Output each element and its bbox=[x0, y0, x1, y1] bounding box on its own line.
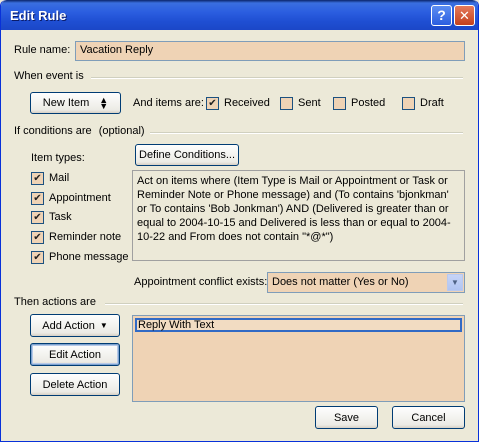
when-event-heading: When event is bbox=[14, 70, 84, 82]
cancel-button[interactable]: Cancel bbox=[392, 406, 465, 429]
delete-action-button[interactable]: Delete Action bbox=[30, 373, 120, 396]
appointment-conflict-select[interactable]: Does not matter (Yes or No) ▼ bbox=[267, 272, 465, 293]
add-action-button[interactable]: Add Action ▼ bbox=[30, 314, 120, 337]
appointment-type-checkbox[interactable] bbox=[31, 192, 44, 205]
rule-name-label: Rule name: bbox=[14, 44, 71, 56]
when-event-divider bbox=[91, 77, 463, 79]
help-button[interactable]: ? bbox=[431, 5, 452, 26]
mail-type-checkbox[interactable] bbox=[31, 172, 44, 185]
sent-checkbox[interactable] bbox=[280, 97, 293, 110]
actions-heading: Then actions are bbox=[14, 296, 96, 308]
conditions-heading-text: If conditions are bbox=[14, 125, 92, 137]
posted-checkbox[interactable] bbox=[333, 97, 346, 110]
reminder-note-type-checkbox[interactable] bbox=[31, 231, 44, 244]
action-item-reply-with-text[interactable]: Reply With Text bbox=[135, 318, 462, 332]
appointment-type-label: Appointment bbox=[49, 192, 111, 204]
task-type-checkbox[interactable] bbox=[31, 211, 44, 224]
item-types-label: Item types: bbox=[31, 152, 85, 164]
add-action-label: Add Action bbox=[42, 319, 95, 332]
reminder-note-type-label: Reminder note bbox=[49, 231, 122, 243]
dropdown-arrow-icon[interactable]: ▼ bbox=[447, 274, 463, 291]
rule-name-input[interactable]: Vacation Reply bbox=[75, 41, 465, 61]
event-type-spinner[interactable]: New Item ▲ ▼ bbox=[30, 92, 121, 114]
draft-checkbox[interactable] bbox=[402, 97, 415, 110]
phone-message-type-checkbox[interactable] bbox=[31, 251, 44, 264]
close-button[interactable]: ✕ bbox=[454, 5, 475, 26]
items-are-label: And items are: bbox=[133, 97, 204, 109]
conditions-optional-text: (optional) bbox=[98, 125, 145, 137]
conditions-heading: If conditions are (optional) bbox=[14, 125, 145, 137]
conditions-divider bbox=[150, 132, 463, 134]
title-bar[interactable]: Edit Rule ? ✕ bbox=[1, 0, 478, 30]
event-type-value: New Item bbox=[42, 97, 90, 109]
conditions-description: Act on items where (Item Type is Mail or… bbox=[132, 170, 465, 261]
received-checkbox[interactable] bbox=[206, 97, 219, 110]
sent-label: Sent bbox=[298, 97, 321, 109]
draft-label: Draft bbox=[420, 97, 444, 109]
dropdown-arrow-icon: ▼ bbox=[99, 321, 108, 330]
phone-message-type-label: Phone message bbox=[49, 251, 129, 263]
edit-action-button[interactable]: Edit Action bbox=[30, 343, 120, 366]
edit-rule-dialog: Edit Rule ? ✕ Rule name: Vacation Reply … bbox=[0, 0, 479, 442]
actions-list[interactable]: Reply With Text bbox=[132, 315, 465, 402]
actions-divider bbox=[105, 303, 463, 305]
posted-label: Posted bbox=[351, 97, 386, 109]
window-title: Edit Rule bbox=[10, 8, 67, 23]
save-button[interactable]: Save bbox=[315, 406, 378, 429]
task-type-label: Task bbox=[49, 211, 72, 223]
appointment-conflict-label: Appointment conflict exists: bbox=[134, 276, 268, 288]
mail-type-label: Mail bbox=[49, 172, 70, 184]
appointment-conflict-value: Does not matter (Yes or No) bbox=[272, 276, 409, 288]
spinner-arrows-icon: ▲ ▼ bbox=[99, 95, 109, 111]
received-label: Received bbox=[224, 97, 270, 109]
define-conditions-button[interactable]: Define Conditions... bbox=[135, 144, 239, 166]
